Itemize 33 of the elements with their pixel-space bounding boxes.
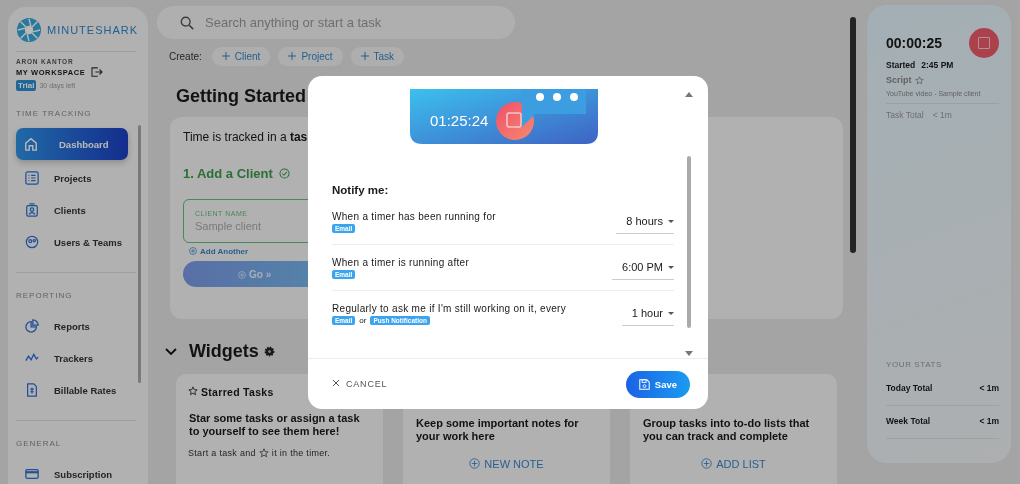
- section-title: REPORTING: [16, 291, 74, 300]
- section-title: GENERAL: [16, 439, 63, 448]
- widget-note: it in the timer.: [271, 448, 331, 459]
- intro-text: Time is tracked in a tas: [183, 130, 308, 144]
- task-total-label: Task Total: [886, 110, 924, 120]
- create-label: Create:: [169, 51, 202, 62]
- dialog-heading: Notify me:: [332, 184, 390, 196]
- stat-label: Week Total: [886, 416, 931, 426]
- rule-label: When a timer is running after: [332, 256, 470, 268]
- logo-text: MINUTESHARK: [47, 24, 139, 36]
- section-heading: Getting Started: [176, 86, 307, 107]
- rule-label: When a timer has been running for: [332, 210, 496, 222]
- timer-illustration-drawing: 01:25:24: [410, 89, 598, 144]
- trial-badge: Trial: [16, 80, 37, 91]
- stat-label: Today Total: [886, 383, 933, 393]
- widget-text: Group tasks into to-do lists that you can track and complete: [643, 417, 811, 444]
- joiner-text: or: [359, 315, 367, 325]
- rule-label: Regularly to ask me if I'm still working on it, every: [332, 302, 566, 314]
- step-title: 1. Add a Client: [183, 166, 273, 181]
- stat-value: < 1m: [979, 416, 999, 426]
- section-title: TIME TRACKING: [16, 109, 93, 118]
- started-time: 2:45 PM: [921, 60, 954, 70]
- widget-text: Keep some important notes for your work here: [416, 417, 580, 444]
- stats-title: YOUR STATS: [886, 360, 943, 369]
- widget-title: Starred Tasks: [201, 386, 274, 398]
- stat-value: < 1m: [979, 383, 999, 393]
- widget-text: Star some tasks or assign a task to yourself to see them here!: [189, 412, 361, 439]
- task-total-value: < 1m: [932, 110, 952, 120]
- task-name: Script: [886, 75, 912, 85]
- widget-note: Start a task and: [188, 448, 256, 459]
- timer-display: 00:00:25: [886, 35, 943, 51]
- started-label: Started: [886, 60, 916, 70]
- section-heading: Widgets: [189, 341, 259, 362]
